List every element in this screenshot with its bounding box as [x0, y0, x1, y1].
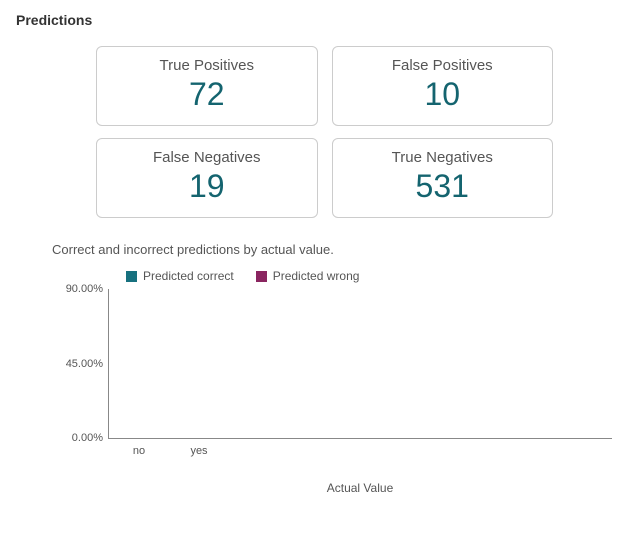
ytick: 45.00%	[53, 358, 103, 370]
card-value: 531	[341, 168, 545, 205]
chart-legend: Predicted correct Predicted wrong	[126, 269, 623, 283]
card-label: True Negatives	[341, 149, 545, 166]
legend-item-correct: Predicted correct	[126, 269, 234, 283]
legend-item-wrong: Predicted wrong	[256, 269, 360, 283]
x-axis-title: Actual Value	[108, 481, 612, 495]
card-true-negatives: True Negatives 531	[332, 138, 554, 218]
x-labels: no yes	[108, 439, 612, 457]
swatch-wrong-icon	[256, 271, 267, 282]
card-true-positives: True Positives 72	[96, 46, 318, 126]
x-label: yes	[182, 445, 216, 457]
confusion-cards: True Positives 72 False Positives 10 Fal…	[16, 46, 623, 218]
card-false-negatives: False Negatives 19	[96, 138, 318, 218]
card-value: 10	[341, 76, 545, 113]
card-value: 19	[105, 168, 309, 205]
card-label: False Negatives	[105, 149, 309, 166]
chart-plot: 90.00% 45.00% 0.00%	[108, 289, 612, 439]
chart: 90.00% 45.00% 0.00% no yes Actual Value	[52, 289, 612, 495]
page-title: Predictions	[16, 12, 623, 28]
chart-caption: Correct and incorrect predictions by act…	[52, 242, 623, 257]
card-false-positives: False Positives 10	[332, 46, 554, 126]
legend-label: Predicted correct	[143, 269, 234, 283]
legend-label: Predicted wrong	[273, 269, 360, 283]
card-value: 72	[105, 76, 309, 113]
card-label: False Positives	[341, 57, 545, 74]
card-label: True Positives	[105, 57, 309, 74]
ytick: 0.00%	[53, 432, 103, 444]
swatch-correct-icon	[126, 271, 137, 282]
ytick: 90.00%	[53, 283, 103, 295]
x-label: no	[122, 445, 156, 457]
